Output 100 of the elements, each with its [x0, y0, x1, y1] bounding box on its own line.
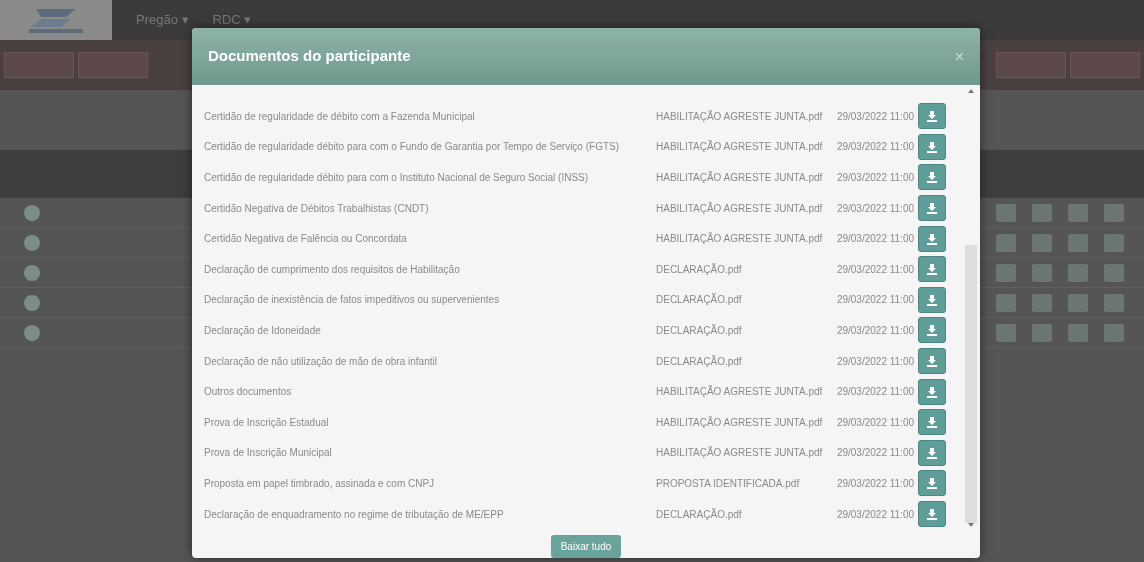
file-name: DECLARAÇÃO.pdf [656, 507, 743, 522]
download-button[interactable] [918, 501, 946, 527]
upload-date: 29/03/2022 11:00 [835, 171, 914, 185]
tab[interactable] [1070, 52, 1140, 78]
tab[interactable] [4, 52, 74, 78]
tab[interactable] [996, 52, 1066, 78]
file-name: HABILITAÇÃO AGRESTE JUNTA.pdf [656, 201, 822, 216]
download-icon [926, 355, 938, 368]
upload-date: 29/03/2022 11:00 [835, 507, 914, 522]
download-icon [926, 385, 938, 398]
row-action-icon[interactable] [1068, 203, 1088, 222]
file-name: DECLARAÇÃO.pdf [656, 292, 743, 308]
upload-date: 29/03/2022 11:00 [835, 323, 914, 338]
row-action-icon[interactable] [996, 293, 1016, 312]
document-name: Declaração de Idoneidade [204, 323, 322, 338]
upload-date: 29/03/2022 11:00 [835, 446, 914, 461]
file-name: HABILITAÇÃO AGRESTE JUNTA.pdf [656, 231, 822, 247]
download-icon [926, 446, 938, 459]
dialog-title: Documentos do participante [208, 46, 411, 67]
upload-date: 29/03/2022 11:00 [835, 354, 914, 369]
row-action-icon[interactable] [24, 294, 40, 311]
download-button[interactable] [918, 133, 946, 160]
download-button[interactable] [918, 439, 946, 466]
row-action-icon[interactable] [996, 263, 1016, 282]
row-action-icon[interactable] [996, 233, 1016, 252]
document-name: Prova de Inscrição Estadual [204, 415, 330, 430]
upload-date: 29/03/2022 11:00 [835, 140, 914, 155]
file-name: DECLARAÇÃO.pdf [656, 262, 743, 277]
upload-date: 29/03/2022 11:00 [835, 415, 914, 430]
file-name: HABILITAÇÃO AGRESTE JUNTA.pdf [656, 139, 822, 155]
download-icon [926, 477, 938, 490]
row-action-icon[interactable] [24, 204, 40, 221]
file-name: DECLARAÇÃO.pdf [656, 354, 743, 369]
row-action-icon[interactable] [1104, 293, 1124, 312]
download-button[interactable] [918, 225, 946, 252]
document-name: Declaração de cumprimento dos requisitos de Habilitação [204, 262, 461, 277]
scrollbar[interactable] [962, 85, 980, 531]
document-name: Proposta em papel timbrado, assinada e com CNPJ [204, 476, 436, 491]
download-button[interactable] [918, 286, 946, 313]
row-action-icon[interactable] [1068, 233, 1088, 252]
upload-date: 29/03/2022 11:00 [835, 109, 914, 124]
download-button[interactable] [918, 317, 946, 344]
file-name: PROPOSTA IDENTIFICADA.pdf [656, 476, 801, 491]
row-action-icon[interactable] [1068, 263, 1088, 282]
document-name: Certidão Negativa de Débitos Trabalhistas (CNDT) [204, 201, 430, 216]
row-action-icon[interactable] [1104, 263, 1124, 282]
row-action-icon[interactable] [1104, 233, 1124, 252]
row-action-icon[interactable] [24, 234, 40, 251]
download-all-button[interactable]: Baixar tudo [550, 535, 622, 558]
download-button[interactable] [918, 470, 946, 497]
row-action-icon[interactable] [1068, 323, 1088, 342]
download-icon [926, 263, 938, 276]
tab[interactable] [78, 52, 148, 78]
download-icon [926, 110, 938, 123]
document-name: Certidão de regularidade débito para com o Fundo de Garantia por Tempo de Serviço (FGTS) [204, 140, 621, 155]
upload-date: 29/03/2022 11:00 [835, 262, 914, 277]
file-name: DECLARAÇÃO.pdf [656, 323, 743, 338]
upload-date: 29/03/2022 11:00 [835, 201, 914, 216]
document-name: Declaração de não utilização de mão de obra infantil [204, 354, 438, 369]
row-action-icon[interactable] [1032, 233, 1052, 252]
download-icon [926, 202, 938, 215]
row-action-icon[interactable] [996, 203, 1016, 222]
download-button[interactable] [918, 378, 946, 405]
upload-date: 29/03/2022 11:00 [835, 476, 914, 491]
row-action-icon[interactable] [1032, 203, 1052, 222]
document-name: Certidão de regularidade de débito com a Fazenda Municipal [204, 109, 476, 124]
row-action-icon[interactable] [24, 264, 40, 281]
document-name: Certidão de regularidade débito para com o Instituto Nacional de Seguro Social (INSS) [204, 171, 590, 185]
download-button[interactable] [918, 409, 946, 436]
document-name: Declaração de inexistência de fatos impeditivos ou supervenientes [204, 293, 501, 308]
download-icon [926, 171, 938, 184]
file-name: HABILITAÇÃO AGRESTE JUNTA.pdf [656, 445, 822, 461]
download-icon [926, 140, 938, 153]
row-action-icon[interactable] [1104, 323, 1124, 342]
download-icon [926, 232, 938, 245]
document-name: Certidão Negativa de Falência ou Concordata [204, 232, 408, 247]
row-action-icon[interactable] [1032, 263, 1052, 282]
download-button[interactable] [918, 348, 946, 375]
close-button[interactable]: × [954, 44, 964, 69]
upload-date: 29/03/2022 11:00 [835, 293, 914, 308]
upload-date: 29/03/2022 11:00 [835, 232, 914, 247]
download-button[interactable] [918, 256, 946, 283]
row-action-icon[interactable] [24, 324, 40, 341]
download-icon [926, 293, 938, 306]
document-name: Outros documentos [204, 385, 293, 400]
nav-link[interactable]: Pregão ▾ [136, 10, 189, 30]
download-button[interactable] [918, 103, 946, 130]
row-action-icon[interactable] [996, 323, 1016, 342]
row-action-icon[interactable] [1068, 293, 1088, 312]
row-action-icon[interactable] [1032, 293, 1052, 312]
download-button[interactable] [918, 195, 946, 222]
nav-link[interactable]: RDC ▾ [212, 10, 252, 30]
scroll-thumb[interactable] [965, 245, 977, 523]
download-icon [926, 324, 938, 337]
download-icon [926, 508, 938, 520]
row-action-icon[interactable] [1032, 323, 1052, 342]
file-name: HABILITAÇÃO AGRESTE JUNTA.pdf [656, 415, 822, 430]
row-action-icon[interactable] [1104, 203, 1124, 222]
download-button[interactable] [918, 164, 946, 191]
file-name: HABILITAÇÃO AGRESTE JUNTA.pdf [656, 170, 822, 185]
